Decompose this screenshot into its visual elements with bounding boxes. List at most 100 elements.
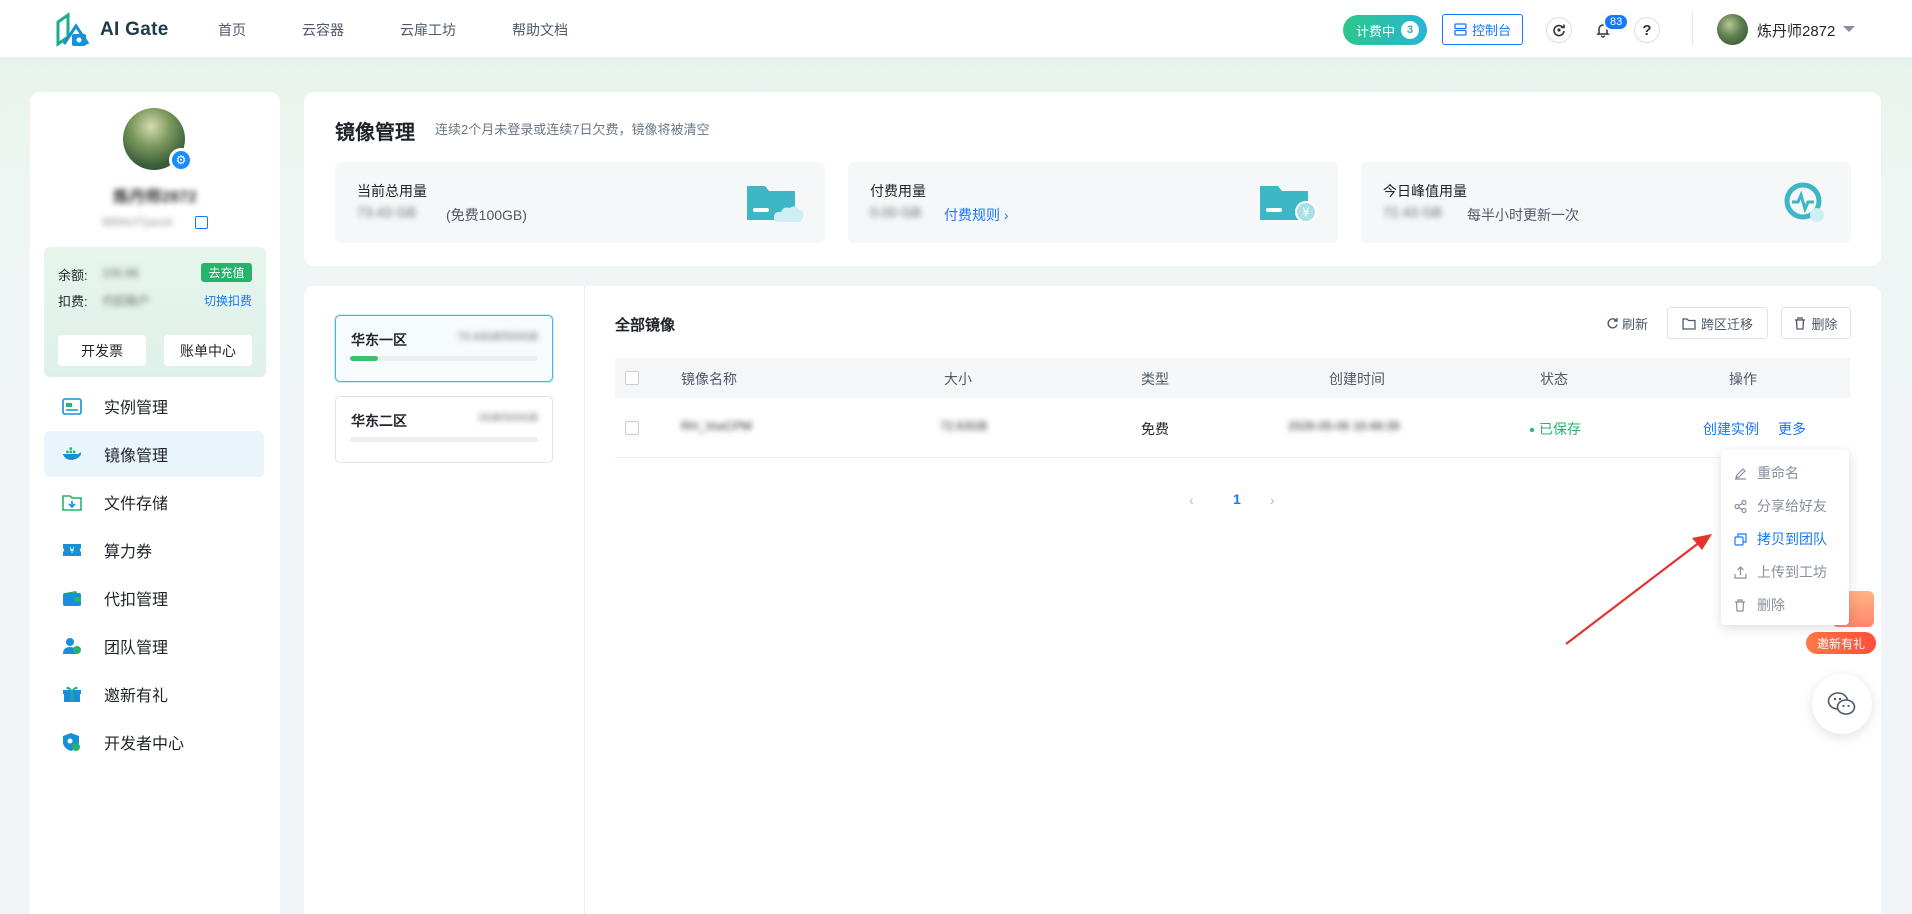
region-usage-bar	[350, 437, 538, 442]
help-icon[interactable]: ?	[1634, 17, 1660, 43]
chevron-down-icon[interactable]	[1843, 26, 1855, 32]
image-list-card: 华东一区 73.43GB/500GB 华东二区 0GB/500GB 全部镜像 刷…	[304, 286, 1881, 914]
sidebar-item-images[interactable]: 镜像管理	[44, 431, 264, 477]
refresh-account-icon[interactable]	[1546, 17, 1572, 43]
region-divider	[584, 286, 585, 914]
page-number[interactable]: 1	[1233, 491, 1241, 507]
sidebar-item-coupons[interactable]: ¥ 算力券	[44, 527, 264, 573]
logo[interactable]: AI Gate	[54, 12, 169, 48]
column-header-name: 镜像名称	[681, 371, 737, 387]
region-card-east-2[interactable]: 华东二区 0GB/500GB	[335, 396, 553, 463]
bill-center-button[interactable]: 账单中心	[164, 335, 252, 366]
row-checkbox[interactable]	[625, 421, 639, 435]
page-subtitle: 连续2个月未登录或连续7日欠费，镜像将被清空	[435, 122, 710, 137]
stat-value: 72.43 GB	[1383, 204, 1443, 220]
select-all-checkbox[interactable]	[625, 371, 639, 385]
page-title: 镜像管理	[335, 122, 415, 144]
menu-item-label: 删除	[1757, 597, 1785, 613]
table-row: RH_VoxCPM 72.63GB 免费 2026-05-06 16:48:39…	[615, 398, 1850, 458]
stat-value: 0.00 GB	[870, 204, 922, 220]
menu-item-copy-to-team[interactable]: 拷贝到团队	[1733, 528, 1827, 550]
sidebar-item-file-storage[interactable]: 文件存储	[44, 479, 264, 525]
sidebar-item-label: 文件存储	[104, 496, 169, 513]
svg-text:¥: ¥	[1302, 206, 1310, 220]
prev-page-icon[interactable]: ‹	[1189, 492, 1194, 508]
menu-item-rename[interactable]: 重命名	[1733, 462, 1799, 484]
menu-item-label: 拷贝到团队	[1757, 531, 1827, 547]
deduct-label: 扣费:	[58, 294, 88, 309]
column-header-actions: 操作	[1729, 371, 1757, 387]
folder-migrate-icon	[1682, 317, 1696, 330]
sidebar-item-instances[interactable]: 实例管理	[44, 383, 264, 429]
create-instance-link[interactable]: 创建实例	[1703, 419, 1759, 439]
switch-deduct-link[interactable]: 切换扣费	[204, 292, 252, 309]
sidebar-item-team[interactable]: 团队管理	[44, 623, 264, 669]
stat-value: 73.43 GB	[357, 204, 417, 220]
user-avatar[interactable]	[1717, 14, 1748, 45]
region-card-east-1[interactable]: 华东一区 73.43GB/500GB	[335, 315, 553, 382]
menu-item-upload-workshop[interactable]: 上传到工坊	[1733, 561, 1827, 583]
top-navigation-bar: AI Gate 首页 云容器 云扉工坊 帮助文档 计费中 3 控制台 83 ? …	[0, 0, 1912, 58]
refresh-label: 刷新	[1622, 317, 1649, 332]
recharge-button[interactable]: 去充值	[201, 263, 252, 282]
refresh-button[interactable]: 刷新	[1606, 314, 1648, 333]
settings-badge-icon[interactable]: ⚙	[169, 148, 193, 172]
trash-icon	[1733, 598, 1747, 612]
next-page-icon[interactable]: ›	[1270, 492, 1275, 508]
sidebar-item-deduction[interactable]: 代扣管理	[44, 575, 264, 621]
logo-text: AI Gate	[100, 19, 169, 40]
gift-icon	[62, 684, 82, 704]
more-actions-link[interactable]: 更多	[1778, 419, 1806, 439]
user-name[interactable]: 炼丹师2872	[1757, 20, 1835, 41]
stat-extra: 每半小时更新一次	[1467, 207, 1579, 223]
edit-icon	[1733, 466, 1747, 480]
image-size: 72.63GB	[940, 419, 988, 433]
stat-label: 付费用量	[870, 183, 926, 199]
menu-item-label: 上传到工坊	[1757, 564, 1827, 580]
nav-help-docs[interactable]: 帮助文档	[512, 20, 568, 40]
region-usage-fill	[350, 356, 379, 361]
wallet-icon	[62, 588, 82, 608]
status-text: 已保存	[1539, 421, 1581, 437]
status-dot	[1530, 428, 1534, 433]
upload-icon	[1733, 565, 1747, 579]
stat-extra: (免费100GB)	[446, 207, 527, 223]
sidebar-item-label: 镜像管理	[104, 448, 169, 465]
sidebar-item-label: 开发者中心	[104, 736, 185, 753]
nav-cloud-container[interactable]: 云容器	[302, 20, 344, 40]
stat-label: 今日峰值用量	[1383, 183, 1467, 199]
nav-home[interactable]: 首页	[218, 20, 246, 40]
team-icon	[62, 636, 82, 656]
nav-workshop[interactable]: 云扉工坊	[400, 20, 456, 40]
wechat-service-button[interactable]	[1812, 674, 1872, 734]
stat-paid-usage: 付费用量 0.00 GB 付费规则 › ¥	[848, 162, 1338, 243]
console-label: 控制台	[1471, 23, 1511, 38]
sidebar-item-developer[interactable]: 开发者中心	[44, 719, 264, 765]
column-header-status: 状态	[1540, 371, 1568, 387]
sidebar-item-label: 邀新有礼	[104, 688, 169, 705]
sidebar-item-label: 团队管理	[104, 640, 169, 657]
region-size: 73.43GB/500GB	[457, 331, 538, 343]
delete-button[interactable]: 删除	[1781, 307, 1851, 339]
more-actions-dropdown: 重命名 分享给好友 拷贝到团队 上传到工坊 删除	[1721, 450, 1849, 625]
sidebar-item-invite[interactable]: 邀新有礼	[44, 671, 264, 717]
invoice-button[interactable]: 开发票	[58, 335, 146, 366]
paid-rules-link[interactable]: 付费规则 ›	[944, 205, 1009, 225]
migrate-button[interactable]: 跨区迁移	[1667, 307, 1768, 339]
docker-icon	[62, 444, 82, 464]
column-header-size: 大小	[944, 371, 972, 387]
developer-icon	[62, 732, 82, 752]
menu-item-share[interactable]: 分享给好友	[1733, 495, 1827, 517]
billing-status-pill[interactable]: 计费中 3	[1343, 15, 1427, 45]
sidebar-item-label: 实例管理	[104, 400, 169, 417]
copy-icon[interactable]	[195, 216, 208, 229]
console-button[interactable]: 控制台	[1442, 14, 1523, 45]
menu-item-delete[interactable]: 删除	[1733, 594, 1785, 616]
notification-count-badge: 83	[1603, 13, 1630, 31]
account-sidebar: ⚙ 炼丹师2872 8894cf7jaxok 余额: 105.66 去充值 扣费…	[30, 92, 280, 914]
invite-float-label: 邀新有礼	[1806, 632, 1876, 654]
region-name: 华东二区	[351, 413, 407, 429]
delete-label: 删除	[1811, 316, 1838, 332]
image-created-time: 2026-05-06 16:48:39	[1288, 419, 1400, 433]
peak-gauge-icon	[1784, 182, 1824, 222]
